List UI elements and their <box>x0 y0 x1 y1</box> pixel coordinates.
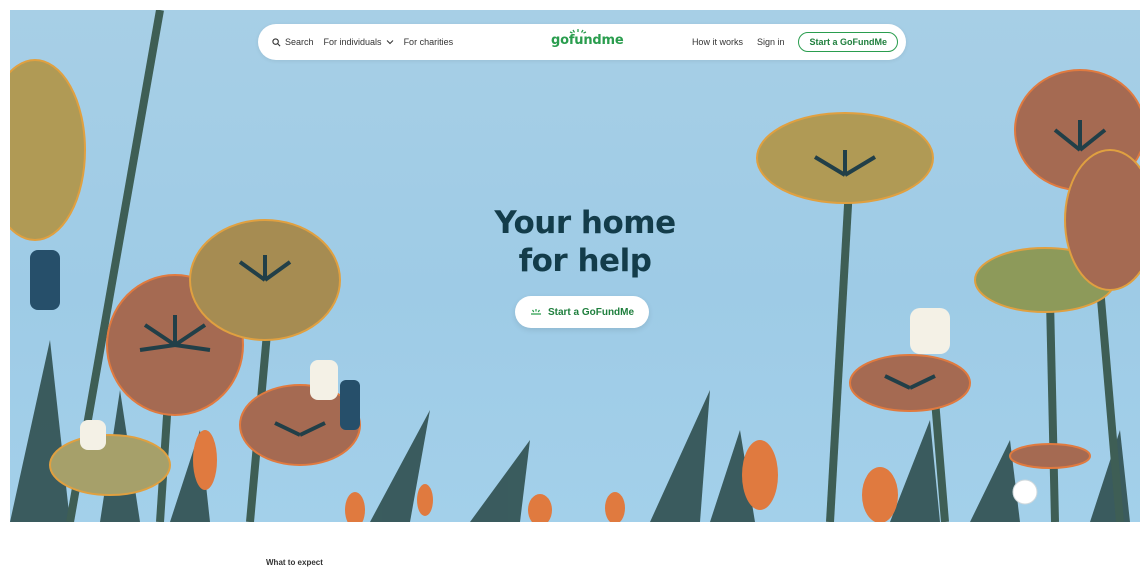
gofundme-logo[interactable]: gofundme <box>551 29 624 48</box>
for-individuals-menu[interactable]: For individuals <box>324 37 394 47</box>
hero-banner: Search For individuals For charities gof… <box>10 10 1140 522</box>
cta-label: Start a GoFundMe <box>547 306 635 318</box>
chevron-down-icon <box>386 40 393 45</box>
headline-line-2: for help <box>518 243 652 279</box>
sign-in-link[interactable]: Sign in <box>757 37 785 47</box>
headline-line-1: Your home <box>494 205 676 241</box>
hero-headline: Your home for help <box>480 204 690 280</box>
sunrise-icon <box>530 309 541 315</box>
search-button[interactable]: Search <box>272 37 314 47</box>
search-icon <box>272 37 281 46</box>
nav-start-gofundme-button[interactable]: Start a GoFundMe <box>798 32 898 52</box>
hero-start-gofundme-button[interactable]: Start a GoFundMe <box>515 296 649 328</box>
top-nav-bar: Search For individuals For charities gof… <box>258 24 906 60</box>
logo-text: gofundme <box>551 33 624 48</box>
sunrise-logo-icon <box>569 29 587 34</box>
for-charities-link[interactable]: For charities <box>404 37 454 47</box>
for-charities-label: For charities <box>403 37 454 47</box>
what-to-expect-heading: What to expect <box>266 558 323 567</box>
search-label: Search <box>285 37 314 47</box>
for-individuals-label: For individuals <box>323 37 382 47</box>
how-it-works-link[interactable]: How it works <box>692 37 743 47</box>
